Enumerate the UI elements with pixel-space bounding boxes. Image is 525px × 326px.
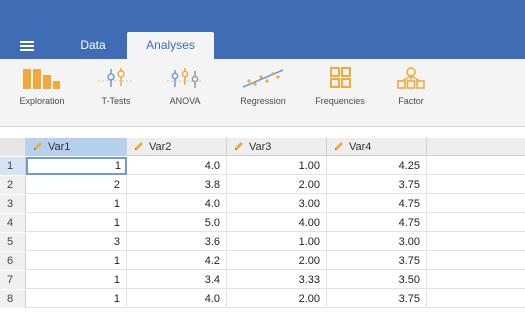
row-number[interactable]: 7 [0, 271, 26, 289]
data-cell[interactable]: 3.75 [327, 252, 427, 270]
analyses-ribbon: Exploration T-Tests ANOVA Regression Fre… [0, 59, 525, 127]
t-tests-icon [98, 68, 134, 87]
row-number[interactable]: 3 [0, 195, 26, 213]
pencil-icon [335, 142, 343, 151]
regression-button[interactable]: Regression [232, 63, 294, 121]
table-row: 2 2 3.8 2.00 3.75 [0, 176, 525, 194]
column-label: Var1 [48, 141, 71, 153]
t-tests-label: T-Tests [101, 96, 131, 106]
data-cell[interactable]: 3.8 [127, 176, 227, 194]
data-cell[interactable]: 1 [26, 252, 127, 270]
data-cell[interactable]: 2.00 [227, 176, 327, 194]
data-cell[interactable]: 3 [26, 233, 127, 251]
data-cell[interactable]: 4.25 [327, 157, 427, 175]
app-header: Data Analyses [0, 0, 525, 59]
data-cell[interactable]: 3.33 [227, 271, 327, 289]
table-row: 5 3 3.6 1.00 3.00 [0, 233, 525, 251]
data-cell[interactable]: 3.00 [227, 195, 327, 213]
column-header-var1[interactable]: Var1 [26, 138, 127, 156]
factor-icon [397, 67, 425, 89]
data-cell[interactable]: 1 [26, 195, 127, 213]
column-header-var4[interactable]: Var4 [327, 138, 427, 156]
data-cell[interactable]: 4.75 [327, 195, 427, 213]
pencil-icon [34, 142, 42, 151]
column-label: Var4 [349, 141, 372, 153]
data-cell[interactable]: 1 [26, 214, 127, 232]
exploration-label: Exploration [19, 96, 65, 106]
data-cell[interactable]: 2.00 [227, 290, 327, 308]
data-cell[interactable]: 2.00 [227, 252, 327, 270]
frequencies-button[interactable]: Frequencies [308, 63, 372, 121]
factor-button[interactable]: Factor [386, 63, 436, 121]
column-label: Var3 [249, 141, 272, 153]
table-row: 3 1 4.0 3.00 4.75 [0, 195, 525, 213]
table-row: 6 1 4.2 2.00 3.75 [0, 252, 525, 270]
row-number[interactable]: 2 [0, 176, 26, 194]
row-number[interactable]: 6 [0, 252, 26, 270]
table-row: 4 1 5.0 4.00 4.75 [0, 214, 525, 232]
table-row: 1 1 4.0 1.00 4.25 [0, 157, 525, 175]
anova-icon [167, 68, 203, 88]
data-cell[interactable]: 3.4 [127, 271, 227, 289]
data-cell[interactable]: 3.75 [327, 176, 427, 194]
row-number[interactable]: 5 [0, 233, 26, 251]
data-cell[interactable]: 1 [26, 157, 127, 175]
hamburger-menu-icon[interactable] [20, 41, 36, 53]
data-cell[interactable]: 1 [26, 290, 127, 308]
table-row: 7 1 3.4 3.33 3.50 [0, 271, 525, 289]
row-number[interactable]: 1 [0, 157, 26, 175]
t-tests-button[interactable]: T-Tests [88, 63, 144, 121]
anova-label: ANOVA [169, 96, 201, 106]
column-label: Var2 [149, 141, 172, 153]
exploration-button[interactable]: Exploration [12, 63, 72, 121]
data-cell[interactable]: 5.0 [127, 214, 227, 232]
data-cell[interactable]: 4.75 [327, 214, 427, 232]
pencil-icon [235, 142, 243, 151]
data-cell[interactable]: 3.50 [327, 271, 427, 289]
frequencies-icon [330, 67, 351, 88]
data-cell[interactable]: 4.0 [127, 195, 227, 213]
data-cell[interactable]: 4.2 [127, 252, 227, 270]
column-header-var2[interactable]: Var2 [127, 138, 227, 156]
regression-icon [242, 69, 284, 88]
exploration-icon [23, 69, 60, 89]
data-cell[interactable]: 3.00 [327, 233, 427, 251]
data-cell[interactable]: 4.0 [127, 290, 227, 308]
pencil-icon [135, 142, 143, 151]
table-row: 8 1 4.0 2.00 3.75 [0, 290, 525, 308]
frequencies-label: Frequencies [315, 96, 365, 106]
anova-button[interactable]: ANOVA [160, 63, 210, 121]
sheet-corner[interactable] [0, 138, 26, 156]
factor-label: Factor [398, 96, 424, 106]
row-number[interactable]: 8 [0, 290, 26, 308]
data-cell[interactable]: 1 [26, 271, 127, 289]
tab-data[interactable]: Data [70, 32, 116, 59]
row-number[interactable]: 4 [0, 214, 26, 232]
data-cell[interactable]: 3.6 [127, 233, 227, 251]
column-header-row: Var1 Var2 Var3 Var4 [0, 138, 525, 156]
data-cell[interactable]: 4.00 [227, 214, 327, 232]
column-header-var3[interactable]: Var3 [227, 138, 327, 156]
tab-analyses[interactable]: Analyses [127, 32, 214, 59]
data-cell[interactable]: 4.0 [127, 157, 227, 175]
data-cell[interactable]: 1.00 [227, 233, 327, 251]
regression-label: Regression [240, 96, 286, 106]
data-cell[interactable]: 1.00 [227, 157, 327, 175]
data-cell[interactable]: 3.75 [327, 290, 427, 308]
data-cell[interactable]: 2 [26, 176, 127, 194]
